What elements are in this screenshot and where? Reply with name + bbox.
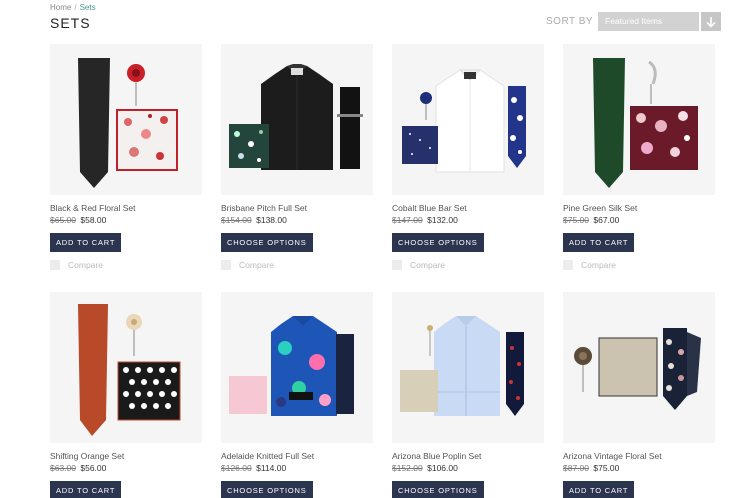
product-name[interactable]: Cobalt Blue Bar Set: [392, 203, 467, 213]
product-image-link[interactable]: [50, 44, 202, 195]
product-price: $75.00 $67.00: [563, 215, 619, 225]
product-image: [221, 44, 373, 195]
compare-label: Compare: [581, 260, 616, 270]
product-sale-price: $114.00: [256, 463, 287, 473]
product-old-price: $154.00: [221, 215, 252, 225]
product-name[interactable]: Arizona Blue Poplin Set: [392, 451, 481, 461]
compare-checkbox[interactable]: Compare: [50, 260, 103, 270]
product-sale-price: $67.00: [593, 215, 620, 225]
sort-direction-button[interactable]: [701, 12, 721, 31]
product-image-link[interactable]: [392, 292, 544, 443]
compare-checkbox[interactable]: Compare: [392, 260, 445, 270]
choose-options-button[interactable]: CHOOSE OPTIONS: [221, 481, 313, 498]
product-old-price: $147.00: [392, 215, 423, 225]
product-name[interactable]: Black & Red Floral Set: [50, 203, 136, 213]
product-image: [392, 292, 544, 443]
product-old-price: $65.00: [50, 215, 76, 225]
product-name[interactable]: Pine Green Silk Set: [563, 203, 637, 213]
product-image-link[interactable]: [221, 44, 373, 195]
compare-label: Compare: [68, 260, 103, 270]
product-old-price: $87.00: [563, 463, 589, 473]
product-name[interactable]: Brisbane Pitch Full Set: [221, 203, 307, 213]
breadcrumb-separator: /: [74, 3, 77, 12]
product-name[interactable]: Shifting Orange Set: [50, 451, 124, 461]
product-old-price: $152.00: [392, 463, 423, 473]
product-image: [563, 292, 715, 443]
sort-by-label: SORT BY: [546, 16, 594, 27]
add-to-cart-button[interactable]: ADD TO CART: [50, 233, 122, 252]
product-image: [563, 44, 715, 195]
product-image-link[interactable]: [563, 292, 715, 443]
product-image: [392, 44, 544, 195]
product-price: $87.00 $75.00: [563, 463, 619, 473]
product-sale-price: $106.00: [427, 463, 458, 473]
product-sale-price: $138.00: [256, 215, 287, 225]
product-sale-price: $132.00: [427, 215, 458, 225]
product-image: [50, 44, 202, 195]
product-image: [221, 292, 373, 443]
product-old-price: $75.00: [563, 215, 589, 225]
choose-options-button[interactable]: CHOOSE OPTIONS: [392, 233, 484, 252]
compare-label: Compare: [239, 260, 274, 270]
checkbox-box[interactable]: [392, 260, 402, 270]
choose-options-button[interactable]: CHOOSE OPTIONS: [392, 481, 484, 498]
product-price: $154.00 $138.00: [221, 215, 287, 225]
product-price: $152.00 $106.00: [392, 463, 458, 473]
product-name[interactable]: Arizona Vintage Floral Set: [563, 451, 662, 461]
product-old-price: $126.00: [221, 463, 252, 473]
product-price: $65.00 $58.00: [50, 215, 106, 225]
checkbox-box[interactable]: [563, 260, 573, 270]
add-to-cart-button[interactable]: ADD TO CART: [563, 233, 635, 252]
checkbox-box[interactable]: [221, 260, 231, 270]
page-title: SETS: [50, 15, 91, 31]
breadcrumb-current[interactable]: Sets: [80, 3, 96, 12]
arrow-down-icon: [706, 16, 716, 28]
compare-checkbox[interactable]: Compare: [221, 260, 274, 270]
product-price: $147.00 $132.00: [392, 215, 458, 225]
product-sale-price: $75.00: [593, 463, 620, 473]
product-sale-price: $56.00: [80, 463, 107, 473]
breadcrumb-home-link[interactable]: Home: [50, 3, 71, 12]
product-price: $126.00 $114.00: [221, 463, 286, 473]
checkbox-box[interactable]: [50, 260, 60, 270]
product-sale-price: $58.00: [80, 215, 107, 225]
product-price: $63.00 $56.00: [50, 463, 106, 473]
compare-label: Compare: [410, 260, 445, 270]
product-image-link[interactable]: [563, 44, 715, 195]
product-name[interactable]: Adelaide Knitted Full Set: [221, 451, 314, 461]
add-to-cart-button[interactable]: ADD TO CART: [563, 481, 635, 498]
product-image-link[interactable]: [392, 44, 544, 195]
compare-checkbox[interactable]: Compare: [563, 260, 616, 270]
product-image-link[interactable]: [221, 292, 373, 443]
choose-options-button[interactable]: CHOOSE OPTIONS: [221, 233, 313, 252]
breadcrumb: Home / Sets: [50, 3, 96, 12]
add-to-cart-button[interactable]: ADD TO CART: [50, 481, 122, 498]
product-image-link[interactable]: [50, 292, 202, 443]
product-image: [50, 292, 202, 443]
sort-select[interactable]: Featured Items: [598, 12, 699, 31]
product-old-price: $63.00: [50, 463, 76, 473]
